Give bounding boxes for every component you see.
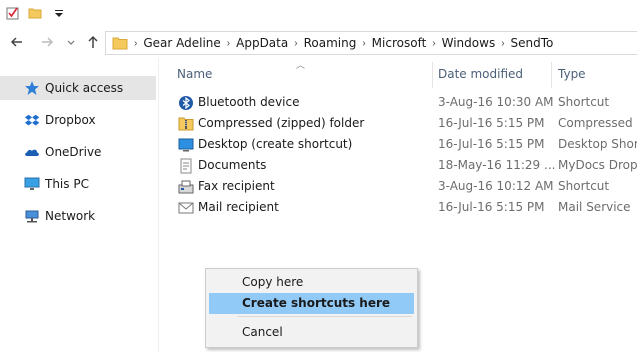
list-item[interactable]: Bluetooth device 3-Aug-16 10:30 AM Short… [176,92,637,113]
sidebar-item-label: This PC [45,177,89,191]
breadcrumb-microsoft[interactable]: Microsoft [368,36,431,50]
properties-icon[interactable] [6,6,20,20]
file-type: Compressed (z [558,116,637,130]
sidebar-item-onedrive[interactable]: OneDrive [0,140,156,164]
menu-item-copy-here[interactable]: Copy here [209,272,414,293]
mail-icon [178,200,194,215]
sidebar-item-label: Dropbox [45,113,96,127]
file-date: 3-Aug-16 10:12 AM [438,179,554,193]
chevron-right-icon[interactable]: › [499,38,506,49]
sidebar-item-network[interactable]: Network [0,204,156,228]
onedrive-icon [24,144,40,160]
address-bar[interactable]: › Gear Adeline › AppData › Roaming › Mic… [105,31,637,55]
bluetooth-icon [178,95,194,110]
new-folder-icon[interactable] [28,6,42,20]
file-date: 3-Aug-16 10:30 AM [438,95,554,109]
sort-ascending-icon: ︿ [296,60,306,70]
column-header-date-modified[interactable]: Date modified [438,62,523,86]
column-header-name[interactable]: Name [177,62,212,86]
column-divider[interactable] [551,62,552,88]
menu-item-create-shortcuts-here[interactable]: Create shortcuts here [209,293,414,314]
folder-icon [112,37,128,50]
sidebar-item-this-pc[interactable]: This PC [0,172,156,196]
breadcrumb-gear-adeline[interactable]: Gear Adeline [139,36,224,50]
network-icon [24,208,40,224]
dropbox-icon [24,112,40,128]
menu-item-label: Cancel [242,325,283,339]
file-date: 16-Jul-16 5:15 PM [438,116,545,130]
back-icon[interactable] [8,34,26,52]
menu-item-label: Copy here [242,275,304,289]
chevron-right-icon[interactable]: › [225,38,232,49]
file-date: 16-Jul-16 5:15 PM [438,200,545,214]
sidebar-item-label: Quick access [45,81,124,95]
fax-icon [178,179,194,194]
list-item[interactable]: Desktop (create shortcut) 16-Jul-16 5:15… [176,134,637,155]
computer-icon [24,176,40,192]
breadcrumb-sendto[interactable]: SendTo [507,36,558,50]
navigation-pane: Quick access Dropbox OneDrive This PC Ne… [0,58,159,352]
menu-item-label: Create shortcuts here [242,296,391,310]
list-item[interactable]: Fax recipient 3-Aug-16 10:12 AM Shortcut [176,176,637,197]
list-item[interactable]: Documents 18-May-16 11:29 ... MyDocs Dro… [176,155,637,176]
menu-item-cancel[interactable]: Cancel [209,322,414,343]
quick-access-toolbar [0,0,637,29]
star-icon [24,80,40,96]
list-item[interactable]: Compressed (zipped) folder 16-Jul-16 5:1… [176,113,637,134]
sidebar-item-label: Network [45,209,96,223]
file-name: Mail recipient [198,200,279,214]
breadcrumb-roaming[interactable]: Roaming [300,36,361,50]
file-name: Fax recipient [198,179,275,193]
file-name: Documents [198,158,267,172]
desktop-icon [178,137,194,152]
file-type: Desktop Shorto [558,137,637,151]
file-type: MyDocs Drop T [558,158,637,172]
file-date: 16-Jul-16 5:15 PM [438,137,545,151]
file-name: Compressed (zipped) folder [198,116,365,130]
column-divider[interactable] [432,62,433,88]
documents-icon [178,158,194,174]
file-type: Shortcut [558,179,610,193]
file-type: Shortcut [558,95,610,109]
breadcrumb-appdata[interactable]: AppData [232,36,292,50]
customize-toolbar-icon[interactable] [52,6,66,20]
column-header-type[interactable]: Type [558,62,586,86]
chevron-right-icon[interactable]: › [292,38,299,49]
sidebar-item-label: OneDrive [45,145,102,159]
zip-folder-icon [178,116,194,131]
file-name: Bluetooth device [198,95,300,109]
sidebar-item-dropbox[interactable]: Dropbox [0,108,156,132]
file-date: 18-May-16 11:29 ... [438,158,556,172]
chevron-right-icon[interactable]: › [360,38,367,49]
sidebar-item-quick-access[interactable]: Quick access [0,76,156,100]
recent-locations-chevron-icon[interactable] [62,34,80,52]
context-menu: Copy here Create shortcuts here Cancel [205,268,418,348]
menu-separator [238,316,412,317]
chevron-right-icon[interactable]: › [430,38,437,49]
file-name: Desktop (create shortcut) [198,137,353,151]
forward-icon[interactable] [38,34,56,52]
list-item[interactable]: Mail recipient 16-Jul-16 5:15 PM Mail Se… [176,197,637,218]
up-icon[interactable] [84,34,102,52]
breadcrumb-windows[interactable]: Windows [438,36,500,50]
file-type: Mail Service [558,200,631,214]
chevron-right-icon[interactable]: › [132,38,139,49]
